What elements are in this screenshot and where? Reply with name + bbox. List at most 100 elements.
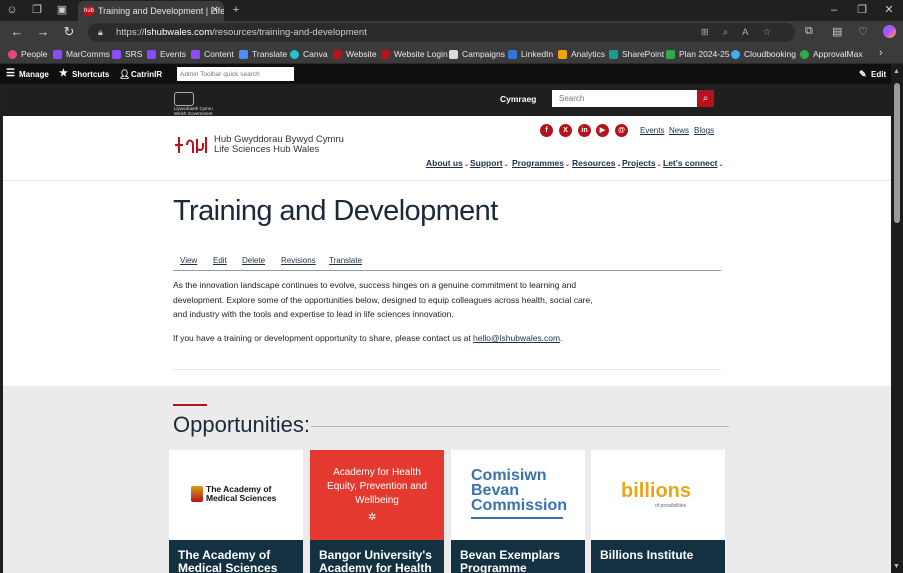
bookmark-linkedin[interactable]: LinkedIn	[508, 48, 553, 60]
card-caption: Bangor University's Academy for Health	[310, 540, 444, 573]
admin-edit[interactable]: Edit	[871, 70, 886, 79]
workspaces-icon[interactable]: ❐	[31, 4, 43, 16]
extensions-icon[interactable]: ⧉	[805, 25, 813, 38]
menu-about-us[interactable]: About us⌄	[426, 158, 469, 168]
new-tab-icon[interactable]: +	[230, 4, 242, 16]
menu-programmes[interactable]: Programmes⌄	[512, 158, 570, 168]
chevron-down-icon: ⌄	[616, 162, 622, 168]
admin-shortcuts[interactable]: Shortcuts	[72, 70, 109, 79]
page-scrollbar[interactable]: ▲ ▼	[891, 64, 903, 573]
bookmark-events[interactable]: Events	[147, 48, 186, 60]
profile-icon[interactable]: ☺	[6, 4, 18, 16]
section-rule	[311, 426, 729, 427]
bookmark-srs[interactable]: SRS	[112, 48, 142, 60]
url-host: lshubwales.com	[144, 27, 213, 38]
minimize-icon[interactable]: –	[828, 4, 840, 16]
browser-tab-active[interactable]: hub Training and Development | Life Scie…	[78, 1, 224, 21]
bookmark-plan[interactable]: Plan 2024-25	[666, 48, 730, 60]
search-icon: ⌕	[702, 93, 709, 104]
toplink-news[interactable]: News	[669, 126, 689, 135]
bookmark-sharepoint[interactable]: SharePoint	[609, 48, 664, 60]
bookmark-people[interactable]: People	[8, 48, 47, 60]
threads-icon[interactable]: @	[615, 124, 628, 137]
opportunity-card[interactable]: The Academy of Medical Sciences The Acad…	[169, 450, 303, 573]
opportunity-card[interactable]: Academy for Health Equity, Prevention an…	[310, 450, 444, 573]
tab-actions-icon[interactable]: ▣	[56, 4, 68, 16]
opportunity-card[interactable]: billions of possibilities Billions Insti…	[591, 450, 725, 573]
tab-title: Training and Development | Life Sciences…	[98, 6, 224, 16]
bookmark-approvalmax[interactable]: ApprovalMax	[800, 48, 863, 60]
linkedin-icon[interactable]: in	[578, 124, 591, 137]
card-caption: Bevan Exemplars Programme	[451, 540, 585, 573]
menu-support[interactable]: Support⌄	[470, 158, 509, 168]
gov-bar: Llywodraeth Cymru Welsh Government Cymrae…	[3, 84, 891, 116]
admin-quick-search[interactable]	[177, 67, 294, 81]
menu-lets-connect[interactable]: Let's connect⌄	[663, 158, 723, 168]
academy-crest-icon	[191, 486, 203, 502]
chevron-down-icon: ⌄	[463, 162, 469, 168]
site-header: Hub Gwyddorau Bywyd Cymru Life Sciences H…	[3, 116, 891, 181]
scroll-down-icon[interactable]: ▼	[893, 563, 900, 570]
language-toggle[interactable]: Cymraeg	[500, 94, 536, 104]
restore-icon[interactable]: ❐	[856, 4, 868, 16]
toplink-events[interactable]: Events	[640, 126, 664, 135]
site-search-input[interactable]	[552, 90, 697, 107]
youtube-icon[interactable]: ▶	[596, 124, 609, 137]
bookmark-canva[interactable]: Canva	[290, 48, 328, 60]
scrollbar-thumb[interactable]	[894, 83, 900, 223]
bookmark-website[interactable]: Website	[333, 48, 377, 60]
scroll-up-icon[interactable]: ▲	[893, 68, 900, 75]
bookmark-analytics[interactable]: Analytics	[558, 48, 605, 60]
admin-user[interactable]: CatrinIR	[131, 70, 162, 79]
close-tab-icon[interactable]: ✕	[211, 5, 219, 16]
menu-resources[interactable]: Resources⌄	[572, 158, 622, 168]
bookmark-marcomms[interactable]: MarComms	[53, 48, 110, 60]
collections-icon[interactable]: ▤	[832, 25, 842, 38]
card-image: billions of possibilities	[621, 480, 691, 509]
forward-icon[interactable]: →	[36, 25, 50, 39]
bookmark-cloudbooking[interactable]: Cloudbooking	[731, 48, 796, 60]
toplink-blogs[interactable]: Blogs	[694, 126, 714, 135]
menu-icon[interactable]: ☰	[6, 68, 15, 79]
tab-delete[interactable]: Delete	[242, 256, 265, 265]
menu-projects[interactable]: Projects⌄	[622, 158, 662, 168]
tab-revisions[interactable]: Revisions	[281, 256, 316, 265]
copilot-icon[interactable]	[883, 25, 896, 38]
brand-name[interactable]: Hub Gwyddorau Bywyd Cymru Life Sciences H…	[214, 135, 344, 155]
welsh-government-logo[interactable]: Llywodraeth Cymru Welsh Government	[174, 92, 213, 116]
tab-edit[interactable]: Edit	[213, 256, 227, 265]
favorites-icon[interactable]: ♡	[858, 25, 868, 38]
bookmark-content[interactable]: Content	[191, 48, 234, 60]
hub-logo-icon[interactable]	[173, 133, 211, 157]
facebook-icon[interactable]: f	[540, 124, 553, 137]
address-bar-actions[interactable]: ⊞⌕A☆	[701, 23, 785, 42]
tab-translate[interactable]: Translate	[329, 256, 362, 265]
chevron-down-icon: ⌄	[656, 162, 662, 168]
close-window-icon[interactable]: ✕	[883, 4, 895, 16]
email-link[interactable]: hello@lshubwales.com	[473, 333, 560, 343]
tab-view[interactable]: View	[180, 256, 197, 265]
logo-underline	[471, 517, 563, 519]
address-toolbar: ← → ↻ 🔒︎ https://lshubwales.com/resource…	[0, 21, 903, 44]
local-tasks-tabs: View Edit Delete Revisions Translate	[173, 255, 721, 271]
back-icon[interactable]: ←	[10, 25, 24, 39]
address-bar[interactable]: 🔒︎ https://lshubwales.com/resources/trai…	[88, 23, 795, 42]
x-twitter-icon[interactable]: X	[559, 124, 572, 137]
academy-emblem-icon: ✲	[368, 512, 377, 523]
url-path: /resources/training-and-development	[212, 27, 367, 38]
card-image: Comisiwn Bevan Commission	[451, 450, 585, 540]
admin-manage[interactable]: Manage	[19, 70, 49, 79]
chevron-down-icon: ⌄	[564, 162, 570, 168]
intro-paragraph: As the innovation landscape continues to…	[173, 280, 593, 319]
chevron-right-icon[interactable]: ›	[879, 47, 883, 59]
chevron-down-icon: ⌄	[718, 162, 724, 168]
bookmark-website-login[interactable]: Website Login	[381, 48, 448, 60]
card-caption: Billions Institute	[591, 540, 725, 573]
refresh-icon[interactable]: ↻	[62, 25, 76, 39]
opportunity-card[interactable]: Comisiwn Bevan Commission Bevan Exemplar…	[451, 450, 585, 573]
search-button[interactable]: ⌕	[697, 90, 714, 107]
bookmark-translate[interactable]: Translate	[239, 48, 287, 60]
lock-icon: 🔒︎	[98, 27, 103, 37]
bookmark-campaigns[interactable]: Campaigns	[449, 48, 505, 60]
chevron-down-icon: ⌄	[503, 162, 509, 168]
